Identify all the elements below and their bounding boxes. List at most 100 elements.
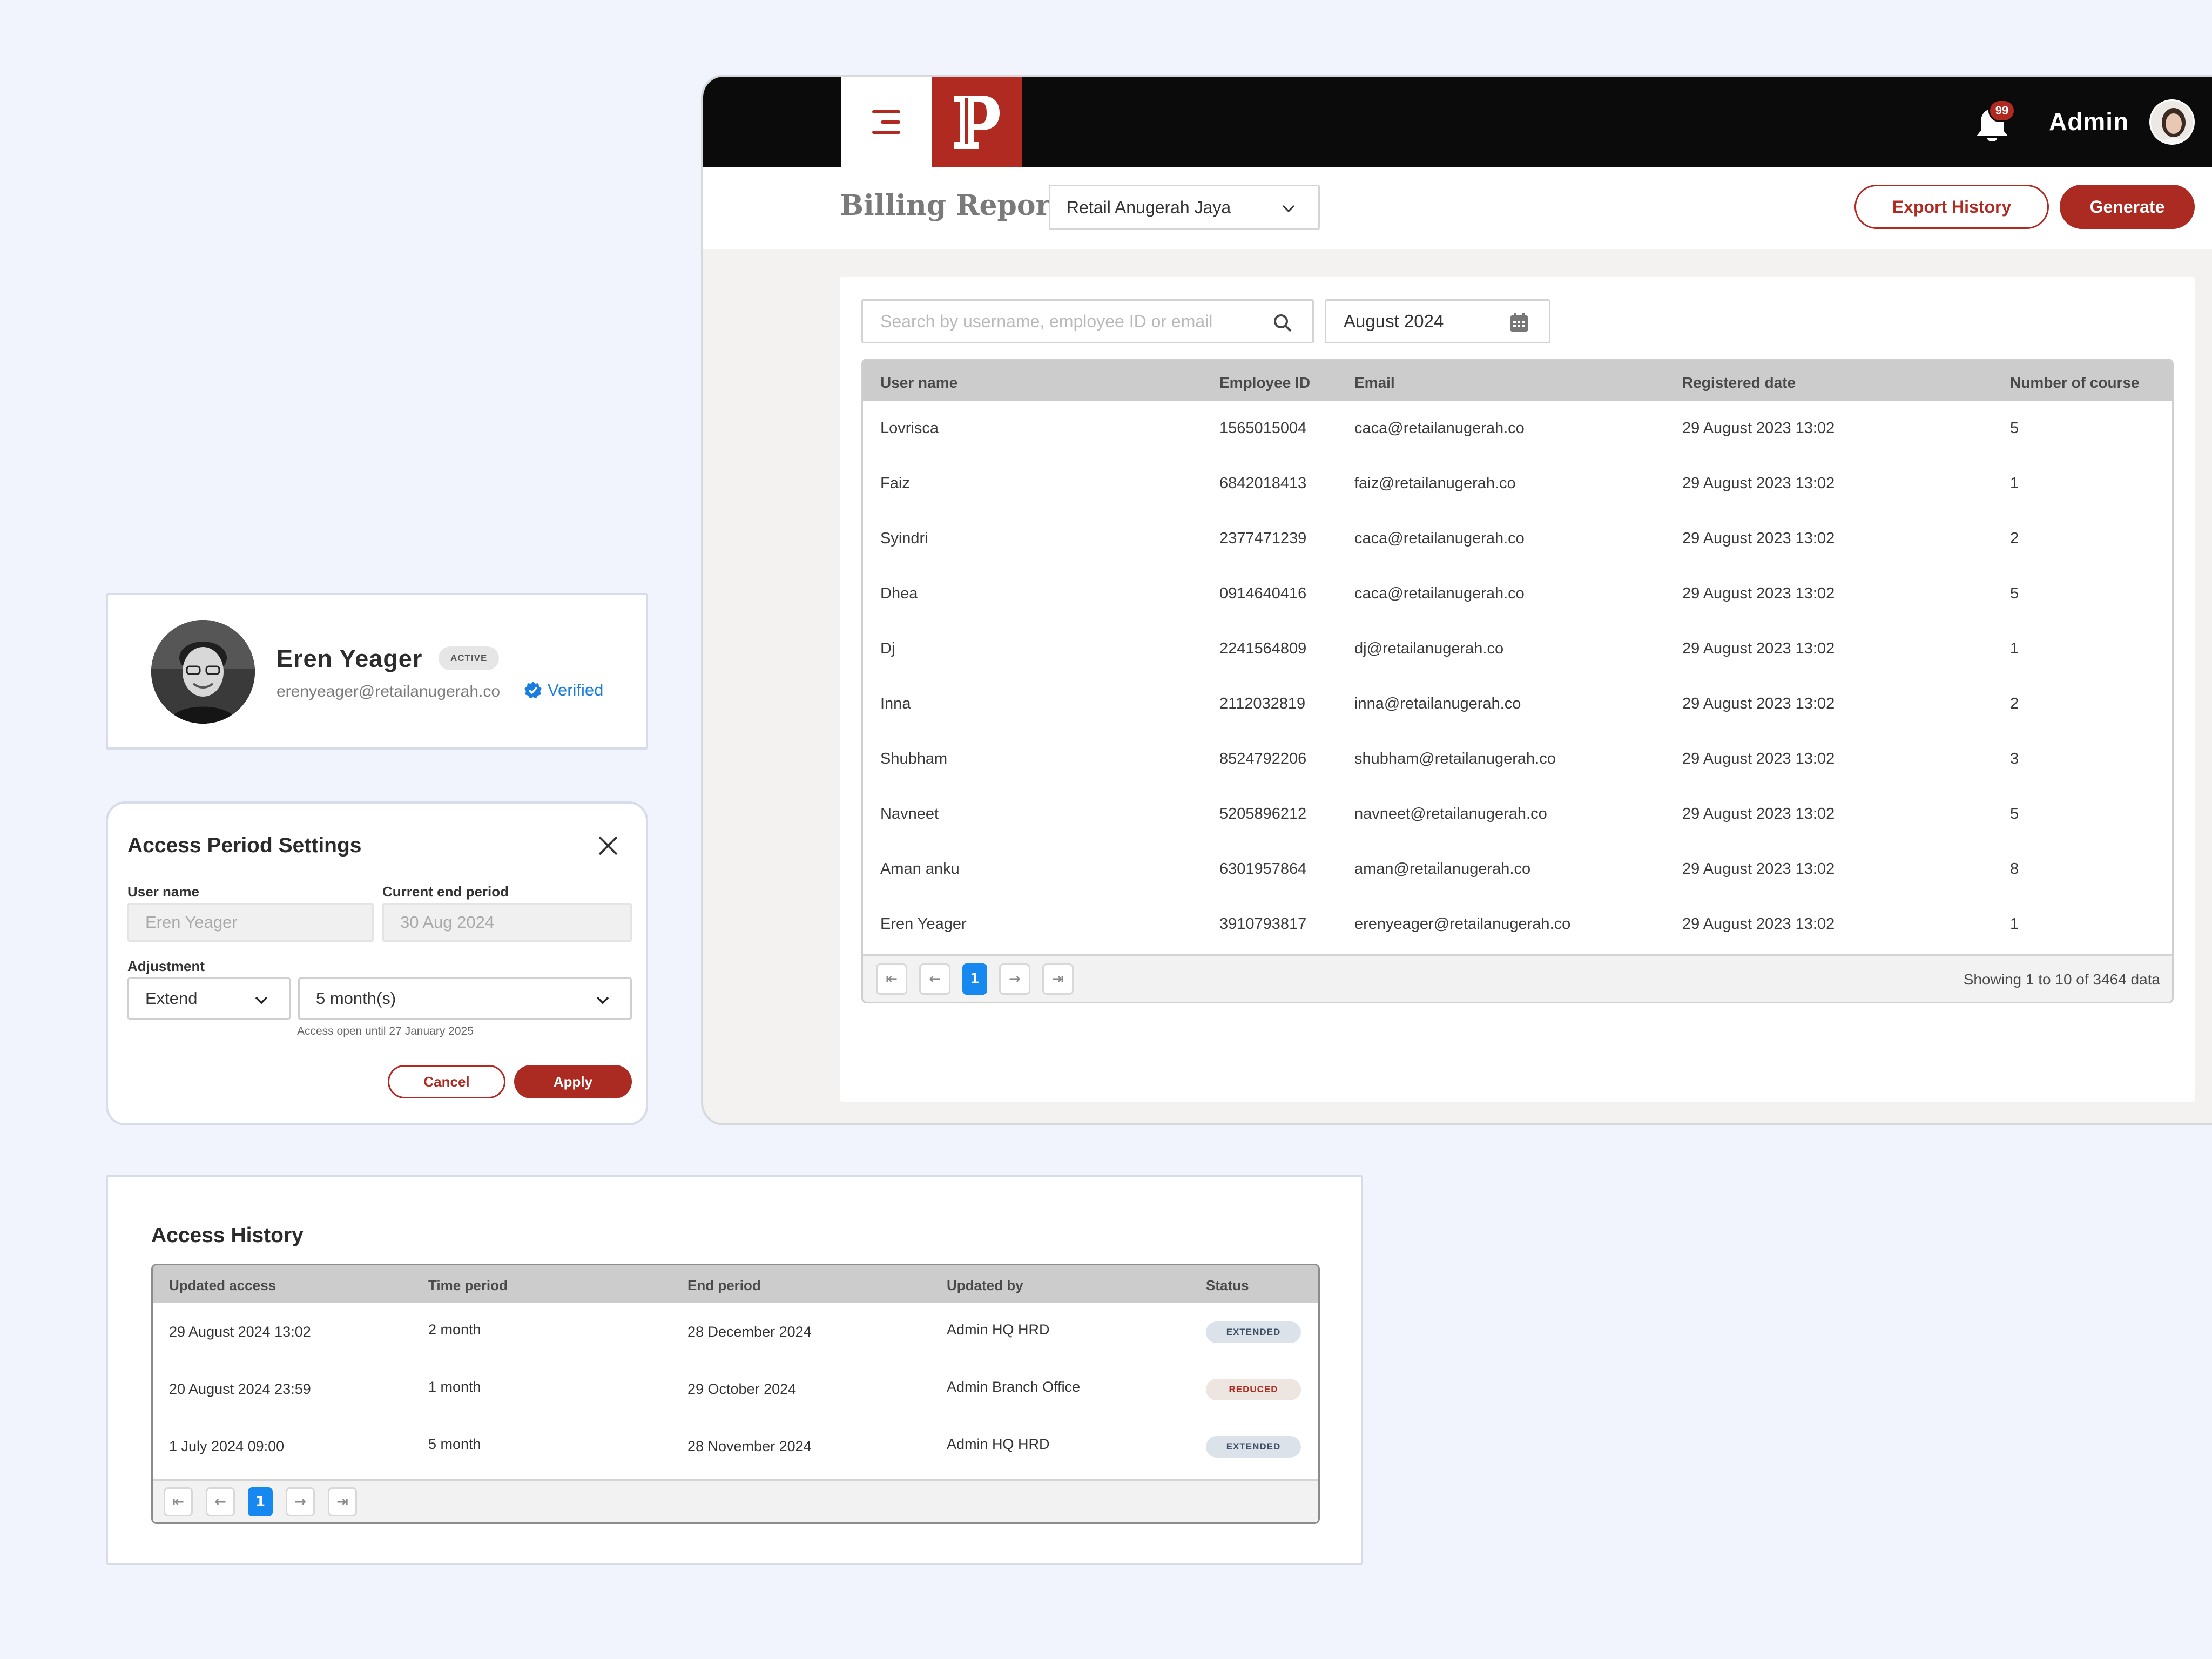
billing-table-card: August 2024 User name Employee ID Email …	[840, 276, 2195, 1102]
page-number-button[interactable]: 1	[248, 1487, 273, 1516]
cell-registered-date: 29 August 2023 13:02	[1682, 475, 1835, 492]
access-hint: Access open until 27 January 2025	[297, 1025, 474, 1037]
table-row[interactable]: Dhea 0914640416 caca@retailanugerah.co 2…	[863, 567, 2172, 622]
table-row[interactable]: Aman anku 6301957864 aman@retailanugerah…	[863, 842, 2172, 897]
col-number-of-course[interactable]: Number of course	[2010, 374, 2140, 392]
table-row[interactable]: 20 August 2024 23:59 1 month 29 October …	[153, 1360, 1318, 1418]
prev-page-button[interactable]: ←	[919, 963, 950, 995]
cell-registered-date: 29 August 2023 13:02	[1682, 750, 1835, 767]
prev-page-button[interactable]: ←	[206, 1487, 235, 1516]
current-end-period-label: Current end period	[382, 884, 509, 900]
cell-updated-by: Admin HQ HRD	[947, 1436, 1050, 1452]
search-input[interactable]	[880, 311, 1247, 332]
cell-registered-date: 29 August 2023 13:02	[1682, 805, 1835, 822]
cell-employee-id: 6301957864	[1219, 860, 1307, 878]
cell-email: navneet@retailanugerah.co	[1354, 805, 1547, 822]
cell-updated-access: 20 August 2024 23:59	[169, 1381, 311, 1397]
month-filter[interactable]: August 2024	[1325, 299, 1550, 343]
adjustment-amount-select[interactable]: 5 month(s)	[298, 977, 632, 1020]
generate-button[interactable]: Generate	[2060, 185, 2195, 229]
calendar-icon[interactable]	[1509, 312, 1529, 333]
first-page-button[interactable]: ⇤	[876, 963, 907, 995]
table-row[interactable]: Navneet 5205896212 navneet@retailanugera…	[863, 787, 2172, 842]
company-select[interactable]: Retail Anugerah Jaya	[1049, 185, 1320, 230]
table-row[interactable]: Eren Yeager 3910793817 erenyeager@retail…	[863, 897, 2172, 952]
page-header: Billing Report Retail Anugerah Jaya Expo…	[703, 167, 2212, 249]
table-header: Updated access Time period End period Up…	[153, 1265, 1318, 1303]
cell-employee-id: 2241564809	[1219, 640, 1307, 657]
cell-email: dj@retailanugerah.co	[1354, 640, 1504, 657]
col-time-period[interactable]: Time period	[428, 1277, 508, 1294]
cell-end-period: 28 December 2024	[687, 1324, 812, 1340]
logo-p-icon	[954, 96, 1000, 149]
apply-button[interactable]: Apply	[514, 1065, 632, 1098]
profile-name: Eren Yeager	[276, 645, 423, 672]
cell-registered-date: 29 August 2023 13:02	[1682, 420, 1835, 437]
profile-email: erenyeager@retailanugerah.co	[276, 683, 501, 700]
col-registered-date[interactable]: Registered date	[1682, 374, 1796, 392]
cell-course-count: 1	[2010, 640, 2019, 657]
table-row[interactable]: Inna 2112032819 inna@retailanugerah.co 2…	[863, 677, 2172, 732]
adjustment-type-select[interactable]: Extend	[127, 977, 291, 1020]
next-page-button[interactable]: →	[286, 1487, 315, 1516]
menu-button[interactable]	[841, 77, 932, 167]
table-row[interactable]: Shubham 8524792206 shubham@retailanugera…	[863, 732, 2172, 787]
cell-email: faiz@retailanugerah.co	[1354, 475, 1516, 492]
cell-course-count: 8	[2010, 860, 2019, 878]
col-updated-by[interactable]: Updated by	[947, 1277, 1023, 1294]
cancel-button[interactable]: Cancel	[388, 1065, 505, 1098]
table-row[interactable]: 29 August 2024 13:02 2 month 28 December…	[153, 1303, 1318, 1360]
search-field[interactable]	[861, 299, 1314, 343]
avatar-image	[151, 620, 255, 724]
admin-avatar-image	[2151, 101, 2193, 143]
admin-avatar[interactable]	[2149, 99, 2195, 145]
col-email[interactable]: Email	[1354, 374, 1395, 392]
cell-email: caca@retailanugerah.co	[1354, 585, 1525, 602]
last-page-button[interactable]: ⇥	[1042, 963, 1074, 995]
col-end-period[interactable]: End period	[687, 1277, 761, 1294]
table-row[interactable]: Faiz 6842018413 faiz@retailanugerah.co 2…	[863, 456, 2172, 511]
col-status[interactable]: Status	[1206, 1277, 1249, 1294]
cell-registered-date: 29 August 2023 13:02	[1682, 860, 1835, 878]
cell-employee-id: 8524792206	[1219, 750, 1307, 767]
cell-email: caca@retailanugerah.co	[1354, 530, 1525, 547]
last-page-button[interactable]: ⇥	[328, 1487, 357, 1516]
user-name-label: User name	[127, 884, 199, 900]
dialog-title: Access Period Settings	[127, 834, 362, 857]
cell-email: aman@retailanugerah.co	[1354, 860, 1531, 878]
first-page-button[interactable]: ⇤	[164, 1487, 193, 1516]
cell-end-period: 29 October 2024	[687, 1381, 797, 1397]
cell-user-name: Navneet	[880, 805, 939, 822]
admin-username[interactable]: Admin	[2049, 107, 2129, 136]
close-icon[interactable]	[596, 834, 620, 858]
cell-time-period: 5 month	[428, 1436, 481, 1452]
cell-registered-date: 29 August 2023 13:02	[1682, 915, 1835, 933]
chevron-down-icon	[255, 996, 268, 1004]
col-user-name[interactable]: User name	[880, 374, 957, 392]
table-row[interactable]: Syindri 2377471239 caca@retailanugerah.c…	[863, 511, 2172, 567]
cell-employee-id: 5205896212	[1219, 805, 1307, 822]
table-row[interactable]: Lovrisca 1565015004 caca@retailanugerah.…	[863, 401, 2172, 456]
first-page-icon: ⇤	[886, 971, 898, 987]
page-number-button[interactable]: 1	[962, 963, 987, 995]
users-table: User name Employee ID Email Registered d…	[861, 359, 2174, 1003]
table-row[interactable]: Dj 2241564809 dj@retailanugerah.co 29 Au…	[863, 622, 2172, 677]
cell-user-name: Dj	[880, 640, 895, 657]
verified-badge-icon	[524, 682, 542, 698]
cell-email: caca@retailanugerah.co	[1354, 420, 1525, 437]
col-employee-id[interactable]: Employee ID	[1219, 374, 1310, 392]
table-pagination: ⇤ ← 1 → ⇥	[153, 1479, 1318, 1522]
access-period-settings-dialog: Access Period Settings User name Eren Ye…	[106, 801, 648, 1125]
cell-employee-id: 2112032819	[1219, 695, 1306, 712]
cell-employee-id: 6842018413	[1219, 475, 1307, 492]
chevron-down-icon	[596, 996, 609, 1004]
cell-user-name: Shubham	[880, 750, 948, 767]
table-row[interactable]: 1 July 2024 09:00 5 month 28 November 20…	[153, 1418, 1318, 1475]
export-history-button[interactable]: Export History	[1854, 185, 2049, 229]
cell-user-name: Syindri	[880, 530, 928, 547]
col-updated-access[interactable]: Updated access	[169, 1277, 276, 1294]
app-logo[interactable]	[932, 77, 1022, 167]
search-icon[interactable]	[1272, 313, 1293, 333]
next-page-button[interactable]: →	[999, 963, 1030, 995]
user-profile-card: Eren Yeager ACTIVE erenyeager@retailanug…	[106, 593, 648, 750]
